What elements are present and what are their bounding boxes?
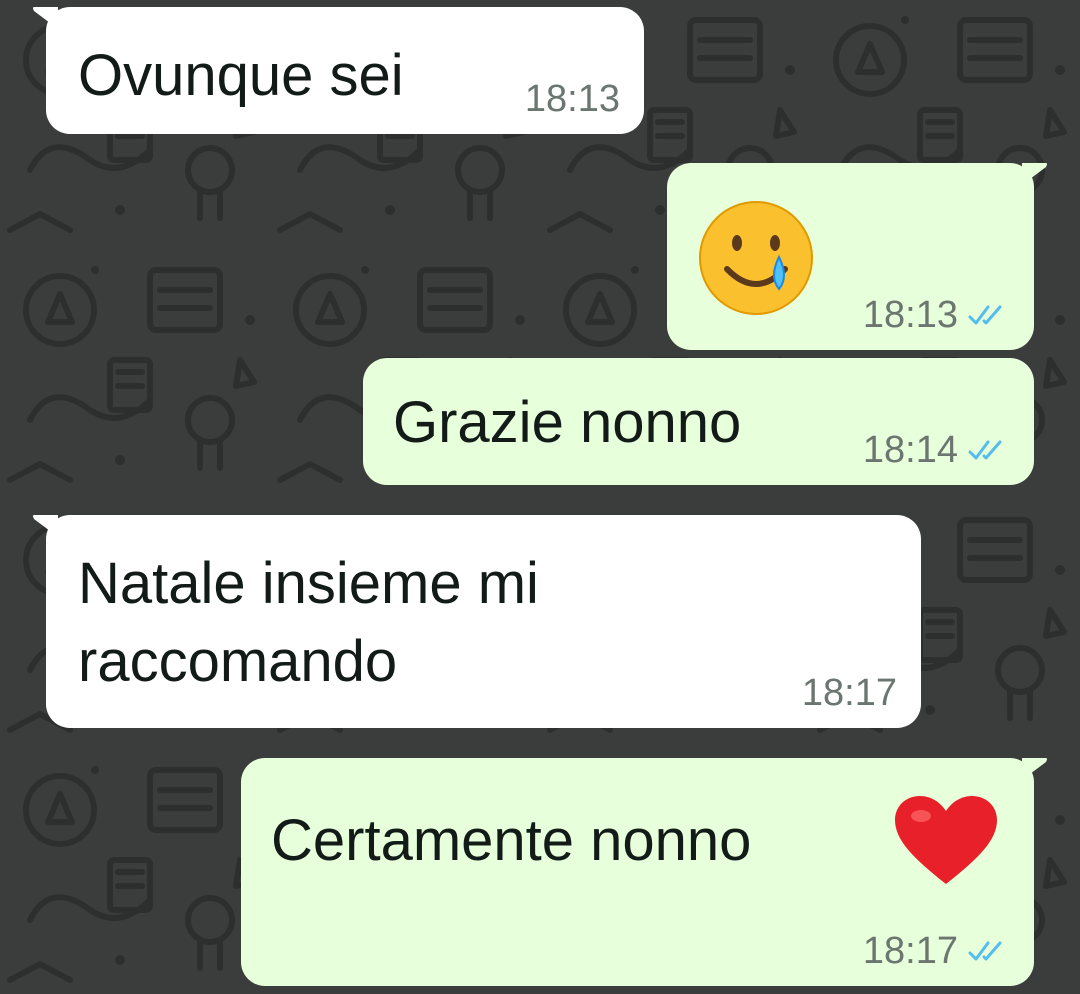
bubble-tail	[33, 515, 58, 537]
smiling-face-with-tear-icon	[699, 201, 813, 315]
message-text: Ovunque sei	[78, 43, 404, 108]
message-bubble-incoming[interactable]: Natale insieme mi raccomando 18:17	[33, 515, 921, 728]
message-time: 18:17	[862, 930, 958, 972]
read-receipt-icon	[968, 305, 1002, 325]
message-text-line-1: Natale insieme mi	[78, 551, 539, 616]
message-bubble-outgoing[interactable]: 18:13	[667, 163, 1047, 350]
message-time: 18:13	[862, 294, 958, 336]
message-time: 18:17	[801, 672, 897, 714]
bubble-tail	[1022, 758, 1047, 780]
bubble-tail	[33, 7, 58, 29]
read-receipt-icon	[968, 941, 1002, 961]
message-text: Certamente nonno	[271, 808, 752, 873]
message-time: 18:13	[524, 78, 620, 120]
red-heart-icon	[895, 796, 997, 884]
read-receipt-icon	[968, 440, 1002, 460]
message-text: Grazie nonno	[393, 390, 742, 455]
message-bubble-outgoing[interactable]: Certamente nonno 18:17	[241, 758, 1047, 986]
bubble-tail	[1022, 163, 1047, 185]
message-text-line-2: raccomando	[78, 629, 398, 694]
message-time: 18:14	[862, 429, 958, 471]
message-bubble-outgoing[interactable]: Grazie nonno 18:14	[363, 358, 1034, 485]
message-bubble-incoming[interactable]: Ovunque sei 18:13	[33, 7, 644, 134]
